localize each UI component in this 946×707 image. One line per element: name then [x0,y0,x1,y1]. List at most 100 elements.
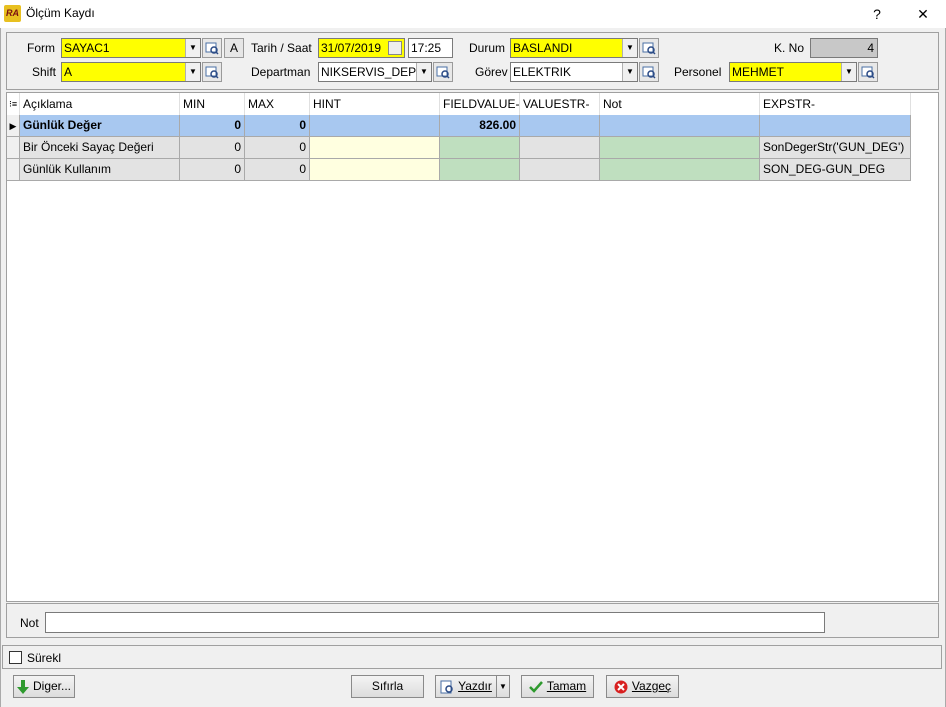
grid-header: ⁝≡ Açıklama MIN MAX HINT FIELDVALUE- VAL… [7,93,938,115]
tarih-label: Tarih / Saat [251,41,312,55]
chevron-down-icon[interactable]: ▼ [416,63,431,81]
col-header-min[interactable]: MIN [180,93,245,115]
cell-aciklama[interactable]: Günlük Değer [20,115,180,137]
tamam-button[interactable]: Tamam [521,675,594,698]
departman-label: Departman [251,65,311,79]
cell-min[interactable]: 0 [180,137,245,159]
cell-hint[interactable] [310,115,440,137]
diger-button[interactable]: Diger... [13,675,75,698]
gorev-lookup-button[interactable] [639,62,659,82]
cell-fieldvalue[interactable] [440,137,520,159]
col-header-aciklama[interactable]: Açıklama [20,93,180,115]
col-header-expstr[interactable]: EXPSTR- [760,93,911,115]
col-header-max[interactable]: MAX [245,93,310,115]
calendar-icon[interactable] [388,41,402,55]
surekli-panel: Sürekl [2,645,942,669]
a-button[interactable]: A [224,38,244,58]
yazdir-button-label: Yazdır [458,679,492,693]
note-panel: Not [6,603,939,638]
cell-expstr[interactable]: SON_DEG-GUN_DEG [760,159,911,181]
chevron-down-icon[interactable]: ▼ [622,63,637,81]
cell-hint[interactable] [310,137,440,159]
durum-value: BASLANDI [513,41,573,55]
durum-select[interactable]: BASLANDI ▼ [510,38,638,58]
tarih-field[interactable]: 31/07/2019 [318,38,405,58]
departman-select[interactable]: NIKSERVIS_DEP ▼ [318,62,432,82]
print-preview-icon [440,680,453,694]
cell-fieldvalue[interactable] [440,159,520,181]
chevron-down-icon[interactable]: ▼ [185,63,200,81]
shift-label: Shift [32,65,57,79]
cell-valuestr[interactable] [520,159,600,181]
close-button[interactable]: ✕ [900,0,946,28]
cell-aciklama[interactable]: Günlük Kullanım [20,159,180,181]
cell-valuestr[interactable] [520,137,600,159]
cell-expstr[interactable] [760,115,911,137]
chevron-down-icon[interactable]: ▼ [622,39,637,57]
gorev-select[interactable]: ELEKTRIK ▼ [510,62,638,82]
cell-min[interactable]: 0 [180,115,245,137]
cell-aciklama[interactable]: Bir Önceki Sayaç Değeri [20,137,180,159]
personel-lookup-button[interactable] [858,62,878,82]
col-header-not[interactable]: Not [600,93,760,115]
note-label: Not [20,616,39,630]
form-lookup-button[interactable] [202,38,222,58]
column-chooser-icon[interactable]: ⁝≡ [7,93,20,115]
saat-field[interactable]: 17:25 [408,38,453,58]
kno-field: 4 [810,38,878,58]
cell-hint[interactable] [310,159,440,181]
surekli-label[interactable]: Sürekl [27,651,61,665]
cell-valuestr[interactable] [520,115,600,137]
gorev-label: Görev [475,65,508,79]
measurement-grid[interactable]: ⁝≡ Açıklama MIN MAX HINT FIELDVALUE- VAL… [6,92,939,602]
table-row[interactable]: Günlük Kullanım 0 0 SON_DEG-GUN_DEG [7,159,911,181]
lookup-icon [642,66,656,79]
tamam-button-label: Tamam [546,679,587,693]
cell-min[interactable]: 0 [180,159,245,181]
checkmark-icon [528,680,543,693]
form-select[interactable]: SAYAC1 ▼ [61,38,201,58]
kno-label: K. No [774,41,805,55]
col-header-hint[interactable]: HINT [310,93,440,115]
lookup-icon [642,42,656,55]
cell-not[interactable] [600,159,760,181]
vazgec-button-label: Vazgeç [631,679,672,693]
cell-fieldvalue[interactable]: 826.00 [440,115,520,137]
cell-max[interactable]: 0 [245,159,310,181]
diger-button-label: Diger... [32,679,71,693]
note-input[interactable] [45,612,825,633]
lookup-icon [861,66,875,79]
cell-max[interactable]: 0 [245,137,310,159]
surekli-checkbox[interactable] [9,651,22,664]
cell-not[interactable] [600,137,760,159]
col-header-fieldvalue[interactable]: FIELDVALUE- [440,93,520,115]
app-logo-icon: RA [4,5,21,22]
cell-expstr[interactable]: SonDegerStr('GUN_DEG') [760,137,911,159]
row-indicator-icon: ▶ [7,115,20,137]
help-button[interactable]: ? [854,0,900,28]
personel-select[interactable]: MEHMET ▼ [729,62,857,82]
col-header-valuestr[interactable]: VALUESTR- [520,93,600,115]
chevron-down-icon: ▼ [499,682,507,691]
vazgec-button[interactable]: Vazgeç [606,675,679,698]
chevron-down-icon[interactable]: ▼ [185,39,200,57]
table-row[interactable]: Bir Önceki Sayaç Değeri 0 0 SonDegerStr(… [7,137,911,159]
arrow-down-icon [16,679,29,694]
lookup-icon [205,42,219,55]
cell-not[interactable] [600,115,760,137]
durum-lookup-button[interactable] [639,38,659,58]
shift-select[interactable]: A ▼ [61,62,201,82]
table-row[interactable]: ▶ Günlük Değer 0 0 826.00 [7,115,911,137]
cell-max[interactable]: 0 [245,115,310,137]
shift-lookup-button[interactable] [202,62,222,82]
tarih-value: 31/07/2019 [321,41,382,55]
sifirla-button[interactable]: Sıfırla [351,675,424,698]
yazdir-dropdown-button[interactable]: ▼ [496,675,510,698]
yazdir-button[interactable]: Yazdır [435,675,497,698]
departman-lookup-button[interactable] [433,62,453,82]
form-label: Form [27,41,55,55]
chevron-down-icon[interactable]: ▼ [841,63,856,81]
personel-value: MEHMET [732,65,784,79]
shift-value: A [64,65,73,79]
gorev-value: ELEKTRIK [513,65,572,79]
